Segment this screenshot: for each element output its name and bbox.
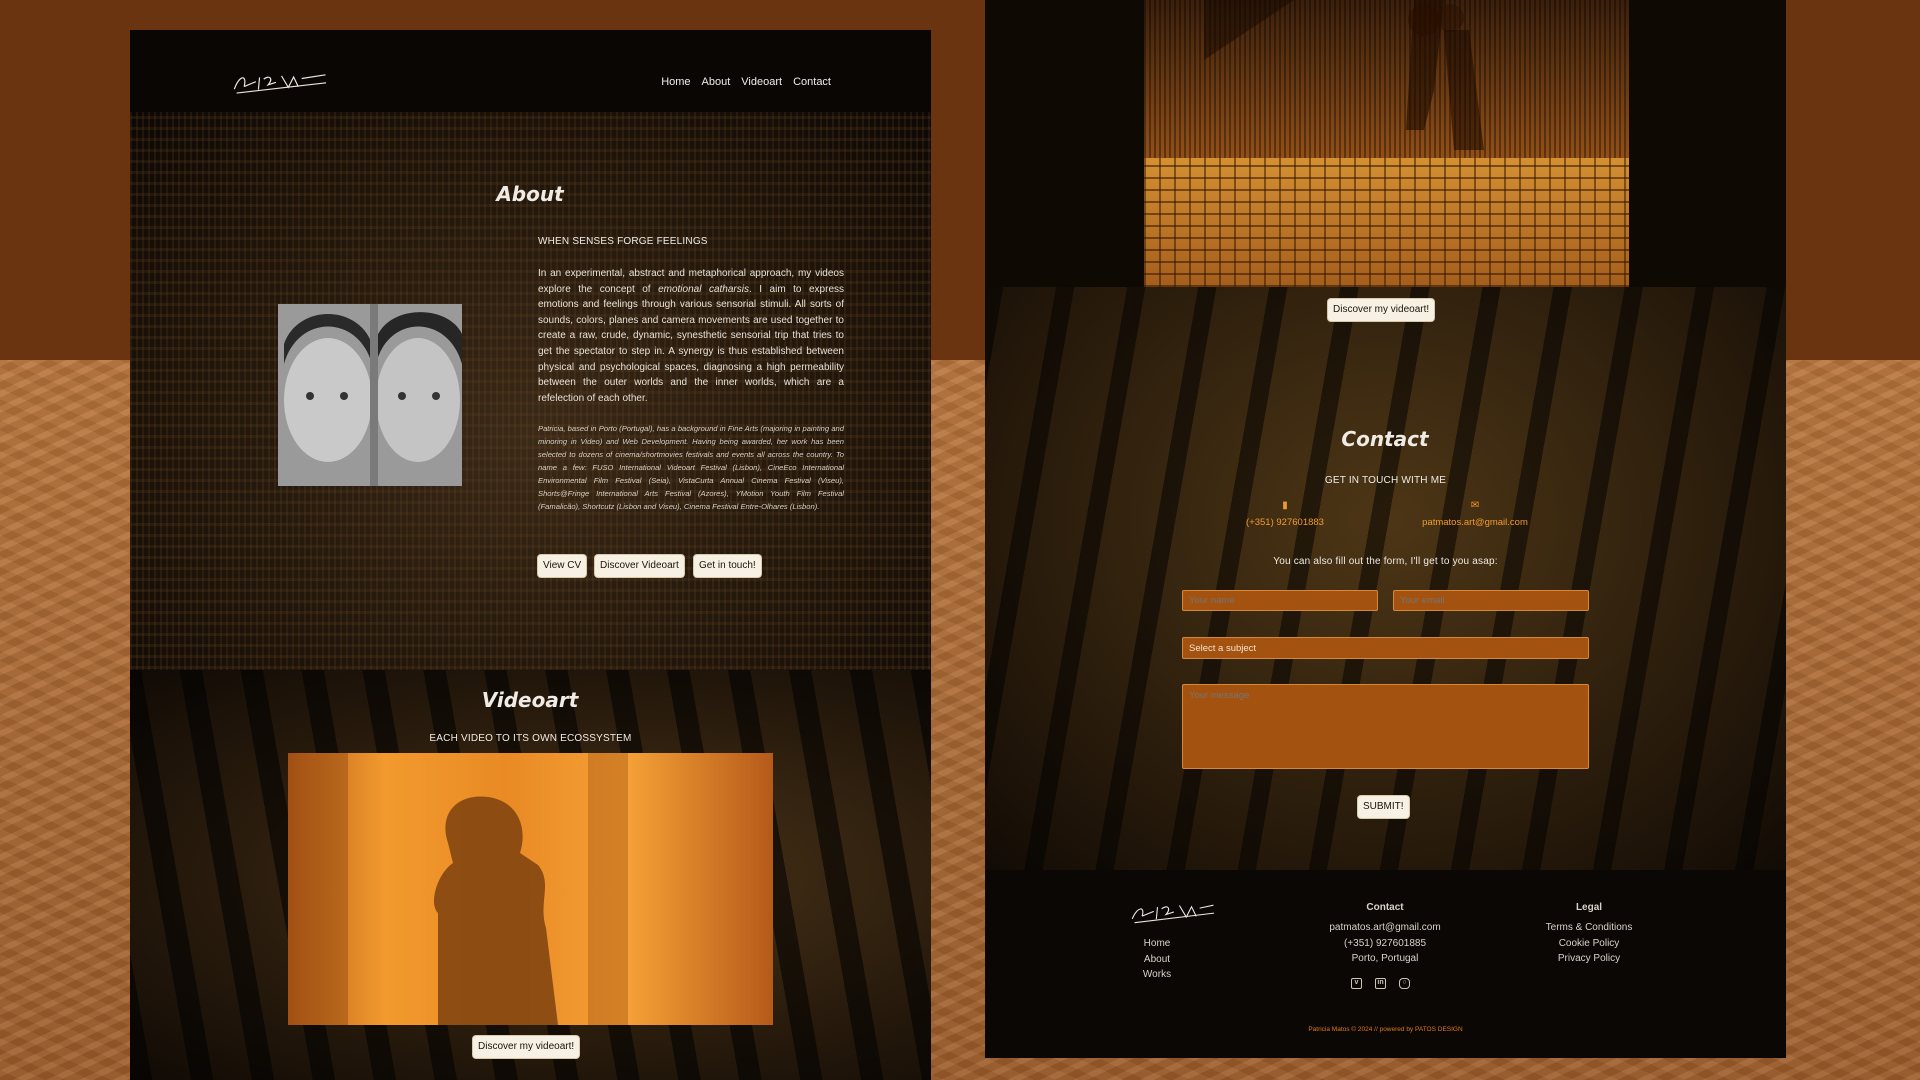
footer-nav-about[interactable]: About	[1112, 952, 1202, 968]
footer-legal-heading: Legal	[1575, 902, 1603, 913]
nav-home[interactable]: Home	[661, 76, 690, 88]
get-in-touch-button[interactable]: Get in touch!	[694, 555, 761, 577]
email-input[interactable]	[1393, 590, 1589, 611]
silhouette-image	[288, 753, 628, 1025]
left-page-panel: Home About Videoart Contact About WHEN S…	[130, 30, 931, 1080]
nav-contact[interactable]: Contact	[793, 76, 831, 88]
subject-select[interactable]: Select a subject	[1182, 637, 1589, 659]
instagram-icon[interactable]: ○	[1399, 978, 1410, 989]
terms-link[interactable]: Terms & Conditions	[1519, 920, 1659, 936]
about-paragraph-emphasis: emotional catharsis	[658, 283, 749, 295]
cobblestone-ground	[1144, 158, 1629, 287]
footer-contact: Contact patmatos.art@gmail.com (+351) 92…	[1295, 902, 1475, 967]
contact-subtitle: GET IN TOUCH WITH ME	[1324, 475, 1447, 486]
linkedin-icon[interactable]: in	[1375, 978, 1386, 989]
footer-credit: Patricia Matos © 2024 // powered by PATO…	[1308, 1026, 1463, 1033]
view-cv-button[interactable]: View CV	[538, 555, 587, 577]
videoart-preview[interactable]	[288, 753, 773, 1025]
vimeo-icon[interactable]: v	[1351, 978, 1362, 989]
nav-about[interactable]: About	[702, 76, 731, 88]
footer-legal: Legal Terms & Conditions Cookie Policy P…	[1519, 902, 1659, 967]
name-input[interactable]	[1182, 590, 1378, 611]
about-title: About	[496, 182, 564, 206]
about-subtitle: WHEN SENSES FORGE FEELINGS	[538, 236, 708, 247]
form-intro: You can also fill out the form, I'll get…	[1273, 556, 1498, 567]
footer-contact-email[interactable]: patmatos.art@gmail.com	[1295, 920, 1475, 936]
contact-phone-text: (+351) 927601883	[1246, 517, 1324, 528]
about-paragraph-end: . I aim to express emotions and feelings…	[538, 283, 845, 404]
contact-email[interactable]: ✉ patmatos.art@gmail.com	[1405, 500, 1545, 528]
artist-portrait	[278, 304, 462, 486]
discover-my-videoart-button-right[interactable]: Discover my videoart!	[1328, 299, 1435, 321]
social-links: v in ○	[1351, 978, 1410, 989]
footer-contact-heading: Contact	[1366, 902, 1404, 913]
submit-button[interactable]: SUBMIT!	[1358, 796, 1409, 818]
footer-logo-signature	[1131, 904, 1215, 924]
right-page-panel: Discover my videoart! Contact GET IN TOU…	[985, 0, 1786, 1058]
about-bio: Patricia, based in Porto (Portugal), has…	[538, 424, 844, 511]
contact-background	[985, 287, 1786, 870]
about-paragraph: In an experimental, abstract and metapho…	[538, 266, 844, 406]
footer-nav-home[interactable]: Home	[1112, 936, 1202, 952]
logo-signature	[233, 74, 327, 94]
street-photo	[1144, 0, 1629, 287]
footer-contact-phone[interactable]: (+351) 927601885	[1295, 936, 1475, 952]
videoart-subtitle: EACH VIDEO TO ITS OWN ECOSSYSTEM	[429, 733, 632, 744]
footer-nav-works[interactable]: Works	[1112, 967, 1202, 983]
videoart-title: Videoart	[481, 688, 579, 712]
portrait-image	[278, 304, 462, 486]
main-nav: Home About Videoart Contact	[661, 76, 831, 88]
nav-videoart[interactable]: Videoart	[741, 76, 782, 88]
envelope-icon: ✉	[1470, 500, 1480, 511]
site-header: Home About Videoart Contact	[130, 30, 931, 112]
footer-logo[interactable]	[1127, 895, 1219, 933]
discover-my-videoart-button-left[interactable]: Discover my videoart!	[473, 1036, 580, 1058]
footer-contact-location: Porto, Portugal	[1351, 953, 1419, 964]
site-logo[interactable]	[229, 63, 331, 104]
privacy-policy-link[interactable]: Privacy Policy	[1519, 951, 1659, 967]
cookie-policy-link[interactable]: Cookie Policy	[1519, 936, 1659, 952]
discover-videoart-button[interactable]: Discover Videoart	[595, 555, 684, 577]
footer-nav: Home About Works	[1112, 936, 1202, 983]
phone-icon: ▮	[1282, 500, 1288, 511]
contact-phone[interactable]: ▮ (+351) 927601883	[1225, 500, 1345, 528]
contact-email-text: patmatos.art@gmail.com	[1422, 517, 1528, 528]
street-shadows	[1204, 0, 1484, 150]
message-textarea[interactable]	[1182, 684, 1589, 769]
contact-title: Contact	[1341, 427, 1429, 451]
